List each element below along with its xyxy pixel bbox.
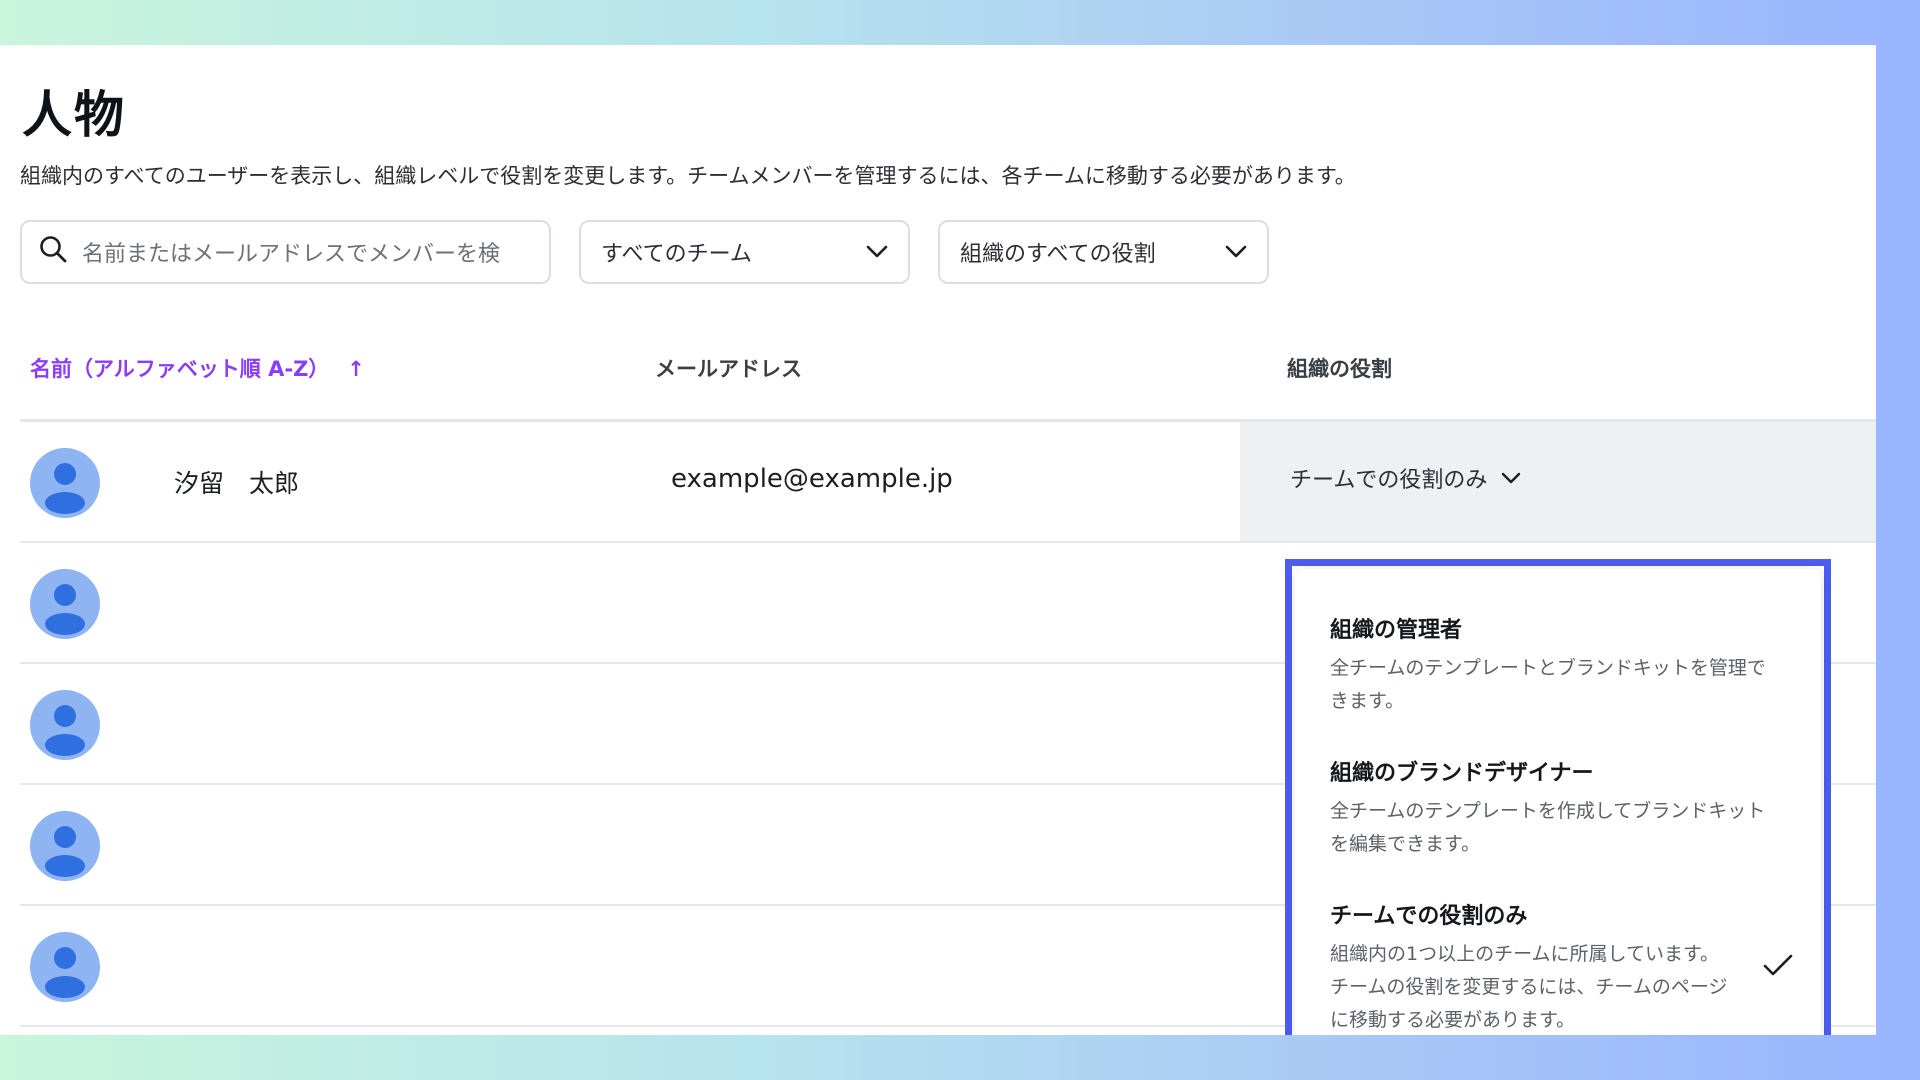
column-header-role: 組織の役割	[1287, 357, 1392, 381]
sort-up-arrow-icon: ↑	[347, 357, 365, 381]
search-placeholder: 名前またはメールアドレスでメンバーを検	[82, 242, 501, 267]
avatar-icon	[30, 811, 100, 881]
avatar-icon	[30, 569, 100, 639]
team-filter-value: すべてのチーム	[601, 242, 752, 267]
table-row: 汐留 太郎 example@example.jp チームでの役割のみ	[20, 422, 1876, 543]
role-select-value: チームでの役割のみ	[1290, 468, 1488, 493]
role-option-description: 全チームのテンプレートとブランドキットを管理できます。	[1330, 657, 1766, 712]
avatar-icon	[30, 932, 100, 1002]
role-option-description: 全チームのテンプレートを作成してブランドキットを編集できます。	[1330, 800, 1766, 855]
role-dropdown-list: 組織の管理者 全チームのテンプレートとブランドキットを管理できます。 組織のブラ…	[1295, 569, 1821, 1035]
role-option-title: チームでの役割のみ	[1330, 904, 1528, 929]
role-option-description: 組織内の1つ以上のチームに所属しています。チームの役割を変更するには、チームのペ…	[1330, 943, 1728, 1031]
people-page: 人物 組織内のすべてのユーザーを表示し、組織レベルで役割を変更します。チームメン…	[0, 45, 1876, 1035]
role-dropdown-menu: 組織の管理者 全チームのテンプレートとブランドキットを管理できます。 組織のブラ…	[1285, 559, 1831, 1035]
check-icon	[1762, 953, 1794, 983]
page-description: 組織内のすべてのユーザーを表示し、組織レベルで役割を変更します。チームメンバーを…	[20, 164, 1356, 188]
role-option-org-admin[interactable]: 組織の管理者 全チームのテンプレートとブランドキットを管理できます。	[1330, 612, 1770, 718]
chevron-down-icon	[1501, 472, 1521, 484]
member-name: 汐留 太郎	[174, 469, 300, 498]
role-option-team-only[interactable]: チームでの役割のみ 組織内の1つ以上のチームに所属しています。チームの役割を変更…	[1330, 898, 1735, 1035]
role-filter-select[interactable]: 組織のすべての役割	[938, 220, 1269, 284]
search-icon	[38, 234, 68, 270]
role-option-brand-designer[interactable]: 組織のブランドデザイナー 全チームのテンプレートを作成してブランドキットを編集で…	[1330, 755, 1770, 861]
role-cell: チームでの役割のみ	[1240, 422, 1876, 541]
column-header-name-label: 名前（アルファベット順 A-Z）	[30, 357, 330, 381]
member-email: example@example.jp	[671, 464, 953, 494]
role-option-title: 組織の管理者	[1330, 618, 1463, 643]
role-filter-value: 組織のすべての役割	[960, 242, 1156, 267]
role-select[interactable]: チームでの役割のみ	[1290, 462, 1521, 494]
search-input[interactable]: 名前またはメールアドレスでメンバーを検	[20, 220, 551, 284]
column-header-email: メールアドレス	[655, 357, 802, 381]
avatar-icon	[30, 690, 100, 760]
team-filter-select[interactable]: すべてのチーム	[579, 220, 910, 284]
avatar-icon	[30, 448, 100, 518]
page-title: 人物	[22, 86, 126, 144]
column-header-name[interactable]: 名前（アルファベット順 A-Z） ↑	[30, 353, 365, 383]
chevron-down-icon	[1225, 245, 1247, 259]
role-option-title: 組織のブランドデザイナー	[1330, 761, 1594, 786]
chevron-down-icon	[866, 245, 888, 259]
